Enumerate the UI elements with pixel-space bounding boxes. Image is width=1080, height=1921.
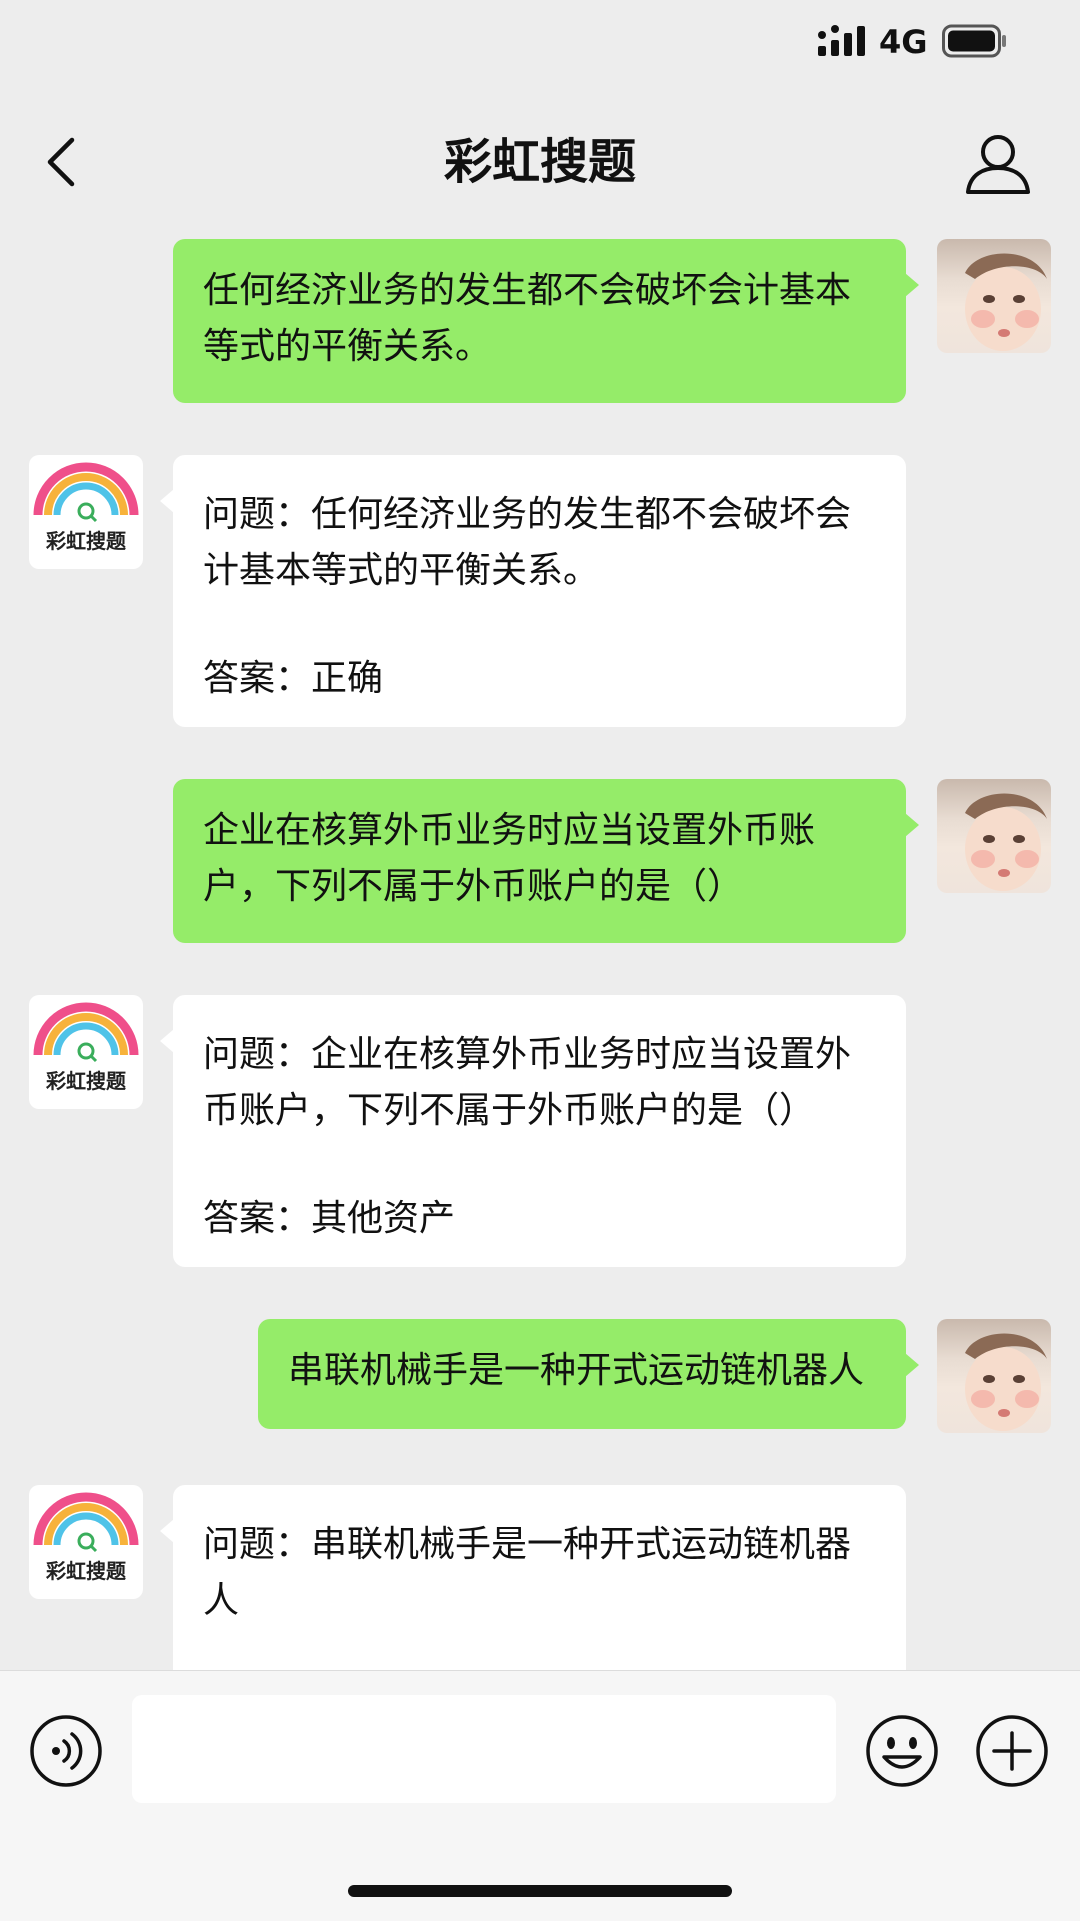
bot-avatar[interactable]: 彩虹搜题 [29,995,143,1109]
chat-area[interactable]: 任何经济业务的发生都不会破坏会计基本等式的平衡关系。 彩虹搜题 问题：任何经济业… [0,230,1080,1670]
bot-bubble[interactable]: 问题：任何经济业务的发生都不会破坏会计基本等式的平衡关系。 答案：正确 [160,455,906,727]
message-bot: 彩虹搜题 问题：任何经济业务的发生都不会破坏会计基本等式的平衡关系。 答案：正确 [0,455,1080,735]
plus-icon[interactable] [974,1713,1050,1789]
user-avatar-image [965,1333,1047,1431]
bot-avatar[interactable]: 彩虹搜题 [29,455,143,569]
message-user: 企业在核算外币业务时应当设置外币账户，下列不属于外币账户的是（） [0,779,1080,949]
user-avatar[interactable] [937,779,1051,893]
signal-icon [818,25,865,56]
bot-logo-label: 彩虹搜题 [46,1069,126,1093]
bot-answer: 答案：其他资产 [203,1198,456,1239]
page-title: 彩虹搜题 [443,134,636,190]
user-bubble[interactable]: 串联机械手是一种开式运动链机器人 [258,1319,919,1429]
bot-avatar[interactable]: 彩虹搜题 [29,1485,143,1599]
user-bubble[interactable]: 任何经济业务的发生都不会破坏会计基本等式的平衡关系。 [173,239,919,403]
profile-icon[interactable] [962,130,1034,198]
bot-answer: 答案：正确 [203,658,384,699]
input-bar [0,1670,1080,1921]
message-input[interactable] [132,1695,836,1803]
network-type: 4G [879,23,928,61]
message-user: 串联机械手是一种开式运动链机器人 [0,1319,1080,1439]
user-avatar-image [965,793,1047,891]
user-message-text: 任何经济业务的发生都不会破坏会计基本等式的平衡关系。 [203,270,852,367]
message-user: 任何经济业务的发生都不会破坏会计基本等式的平衡关系。 [0,230,1080,403]
voice-icon[interactable] [28,1713,104,1789]
user-message-text: 企业在核算外币业务时应当设置外币账户，下列不属于外币账户的是（） [203,810,816,907]
nav-bar: 彩虹搜题 [0,110,1080,214]
status-bar: 4G [0,0,1080,84]
bot-bubble[interactable]: 问题：串联机械手是一种开式运动链机器人 [160,1485,906,1670]
message-bot: 彩虹搜题 问题：串联机械手是一种开式运动链机器人 [0,1485,1080,1670]
user-avatar[interactable] [937,1319,1051,1433]
bot-question: 问题：串联机械手是一种开式运动链机器人 [203,1524,852,1621]
user-avatar-image [965,253,1047,351]
message-bot: 彩虹搜题 问题：企业在核算外币业务时应当设置外币账户，下列不属于外币账户的是（）… [0,995,1080,1275]
user-bubble[interactable]: 企业在核算外币业务时应当设置外币账户，下列不属于外币账户的是（） [173,779,919,943]
emoji-icon[interactable] [864,1713,940,1789]
bot-bubble[interactable]: 问题：企业在核算外币业务时应当设置外币账户，下列不属于外币账户的是（） 答案：其… [160,995,906,1267]
bot-logo-label: 彩虹搜题 [46,1559,126,1583]
battery-icon [942,24,1006,58]
bot-question: 问题：企业在核算外币业务时应当设置外币账户，下列不属于外币账户的是（） [203,1034,852,1131]
bot-question: 问题：任何经济业务的发生都不会破坏会计基本等式的平衡关系。 [203,494,852,591]
home-indicator[interactable] [348,1885,732,1897]
bot-logo-label: 彩虹搜题 [46,529,126,553]
user-avatar[interactable] [937,239,1051,353]
user-message-text: 串联机械手是一种开式运动链机器人 [288,1350,865,1391]
